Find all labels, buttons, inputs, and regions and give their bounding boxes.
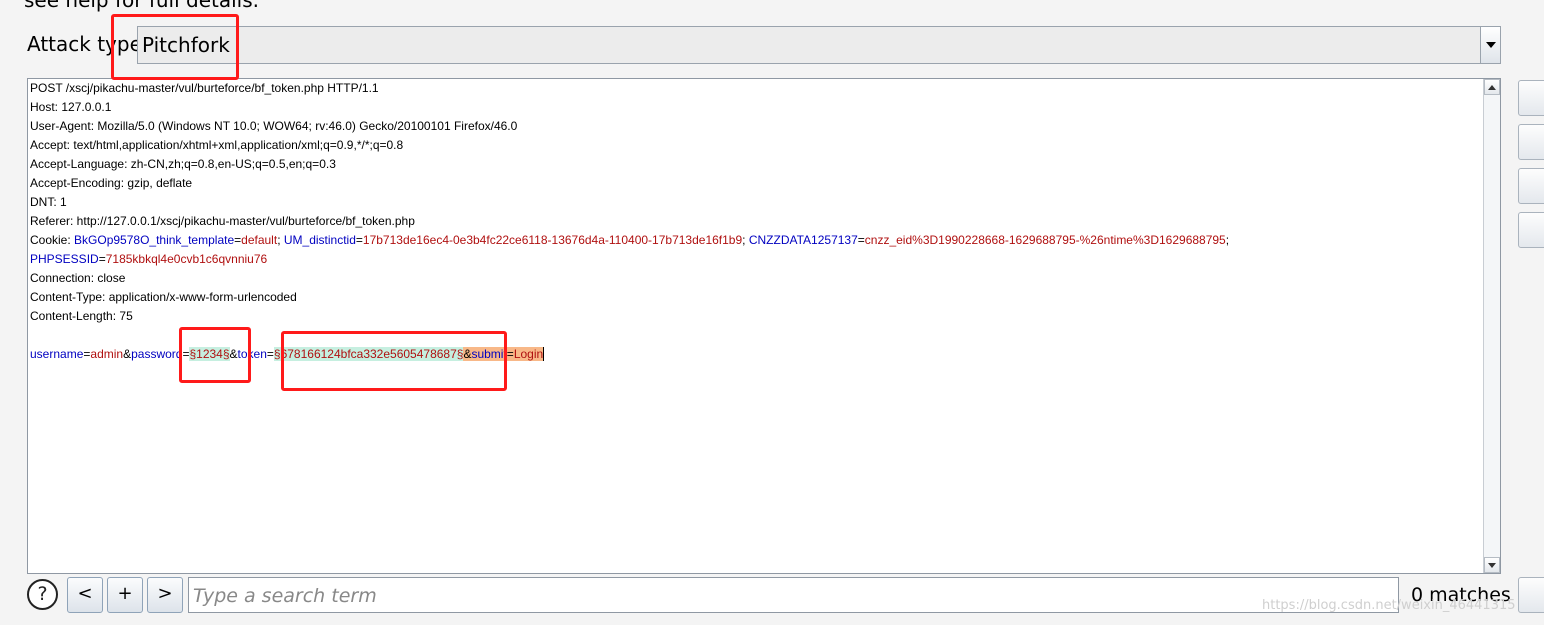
request-text[interactable]: POST /xscj/pikachu-master/vul/burteforce… [30,79,1482,573]
header-line: Accept: text/html,application/xhtml+xml,… [30,138,404,152]
request-editor[interactable]: POST /xscj/pikachu-master/vul/burteforce… [27,78,1501,574]
scroll-down-icon[interactable] [1484,557,1500,573]
header-line: Referer: http://127.0.0.1/xscj/pikachu-m… [30,214,415,228]
header-line: User-Agent: Mozilla/5.0 (Windows NT 10.0… [30,119,518,133]
param-key: password [131,347,183,361]
chevron-down-icon[interactable] [1480,27,1500,63]
search-placeholder: Type a search term [193,585,377,607]
header-line: Host: 127.0.0.1 [30,100,112,114]
top-cut-text: see help for full details. [24,0,260,12]
attack-type-select[interactable]: Pitchfork [137,26,1501,64]
cookie-label: Cookie: [30,233,71,247]
cookie-line: Cookie: BkGOp9578O_think_template=defaul… [30,233,1230,247]
cookie-value: cnzz_eid%3D1990228668-1629688795-%26ntim… [864,233,1226,247]
cookie-value: 7185kbkql4e0cvb1c6qvnniu76 [105,252,268,266]
side-auto-button[interactable] [1518,168,1544,204]
side-refresh-button[interactable] [1518,212,1544,248]
header-line: Connection: close [30,271,126,285]
side-clear-button[interactable] [1518,124,1544,160]
param-key: username [30,347,84,361]
param-value: admin [90,347,124,361]
watermark: https://blog.csdn.net/weixin_46441315 [1262,598,1516,613]
header-line: Content-Type: application/x-www-form-url… [30,290,297,304]
header-line: DNT: 1 [30,195,67,209]
cookie-value: 17b713de16ec4-0e3b4fc22ce6118-13676d4a-1… [362,233,743,247]
cookie-name: UM_distinctid [283,233,356,247]
highlight-box-password [179,327,251,383]
cookie-value: default [241,233,278,247]
previous-match-button[interactable]: < [67,577,103,613]
header-line: Accept-Language: zh-CN,zh;q=0.8,en-US;q=… [30,157,336,171]
side-bottom-button[interactable] [1518,577,1544,613]
search-input[interactable]: Type a search term [188,577,1399,613]
cookie-name: BkGOp9578O_think_template [74,233,235,247]
scroll-up-icon[interactable] [1484,79,1500,95]
next-match-button[interactable]: > [147,577,183,613]
header-line: Accept-Encoding: gzip, deflate [30,176,193,190]
cookie-name: PHPSESSID [30,252,99,266]
highlight-box-token [281,331,507,391]
cookie-line-cont: PHPSESSID=7185kbkql4e0cvb1c6qvnniu76 [30,252,268,266]
side-add-button[interactable] [1518,80,1544,116]
request-line: POST /xscj/pikachu-master/vul/burteforce… [30,81,379,95]
highlight-box-attack-type [111,14,239,80]
cookie-name: CNZZDATA1257137 [748,233,858,247]
header-line: Content-Length: 75 [30,309,133,323]
help-icon[interactable]: ? [27,579,58,610]
param-value: Login [513,347,545,361]
vertical-scrollbar[interactable] [1483,79,1500,573]
search-options-button[interactable]: + [107,577,143,613]
